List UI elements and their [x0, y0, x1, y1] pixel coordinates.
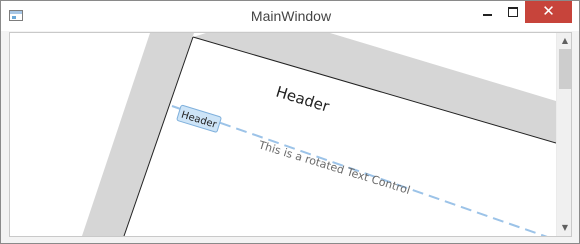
header-small-label[interactable]: Header [176, 104, 222, 133]
left-band [82, 33, 194, 236]
minimize-button[interactable] [474, 1, 500, 23]
rotated-text-control: This is a rotated Text Control [256, 138, 412, 197]
vertical-scrollbar[interactable]: ▲ ▼ [556, 33, 571, 236]
header-large-text: Header [274, 83, 332, 116]
scroll-thumb[interactable] [559, 49, 571, 89]
title-bar[interactable]: MainWindow ✕ [1, 1, 579, 31]
canvas-svg: Header Header This is a rotated Text Con… [82, 33, 556, 236]
maximize-button[interactable] [500, 1, 526, 23]
client-area: Header Header This is a rotated Text Con… [9, 32, 572, 237]
main-window: MainWindow ✕ Header Header This is a rot… [0, 0, 580, 244]
close-icon: ✕ [542, 2, 555, 20]
scroll-up-icon[interactable]: ▲ [557, 33, 571, 49]
drawing-canvas: Header Header This is a rotated Text Con… [10, 33, 556, 236]
scroll-down-icon[interactable]: ▼ [557, 220, 571, 236]
top-band [193, 33, 556, 143]
close-button[interactable]: ✕ [525, 1, 572, 23]
